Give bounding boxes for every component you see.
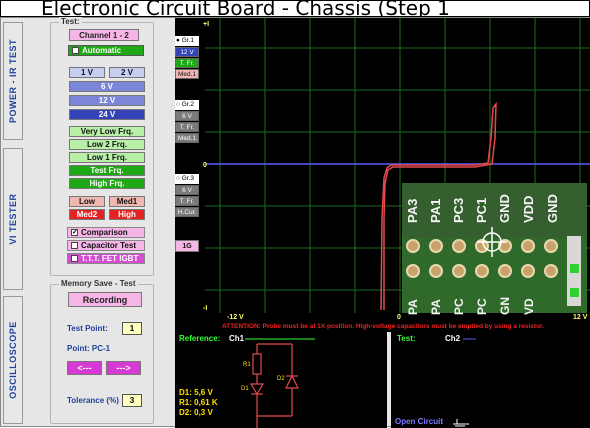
memory-group-label: Memory Save - Test — [59, 279, 138, 288]
gr2-radio[interactable]: ○ Gr.2 — [175, 100, 199, 110]
schematic-d2-label: D2 — [277, 376, 285, 382]
x-axis-left-label: -12 V — [227, 314, 244, 321]
ttt-box[interactable] — [71, 255, 78, 262]
gr3-voltage[interactable]: 6 V — [175, 185, 199, 195]
capacitor-test-checkbox[interactable]: Capacitor Test — [67, 240, 145, 251]
test-panel: Test: Ch2 Open Circuit — [391, 332, 590, 428]
pin-label-top: GND — [497, 194, 512, 223]
tolerance-label: Tolerance (%) — [67, 396, 119, 405]
d1-value: D1: 5,6 V — [179, 388, 213, 397]
x-axis-right-label: 12 V — [573, 314, 588, 321]
gr2-label: Gr.2 — [181, 101, 195, 108]
comparison-checkbox[interactable]: ✓ Comparison — [67, 227, 145, 238]
pin-label-top: GND — [545, 194, 560, 223]
test-point-input[interactable]: 1 — [122, 322, 142, 335]
tab-oscilloscope[interactable]: OSCILLOSCOPE — [3, 296, 23, 424]
channel-button[interactable]: Channel 1 - 2 — [69, 29, 139, 41]
tab-power-label: POWER - IR TEST — [8, 39, 18, 123]
gr1-voltage[interactable]: 12 V — [175, 47, 199, 57]
schematic-r1-label: R1 — [243, 362, 251, 368]
gr3-radio[interactable]: ○ Gr.3 — [175, 174, 199, 184]
d2-value: D2: 0,3 V — [179, 408, 213, 417]
freq-low2-button[interactable]: Low 2 Frq. — [69, 139, 145, 150]
comparison-box[interactable]: ✓ — [71, 229, 78, 236]
capacitor-label: Capacitor Test — [81, 241, 136, 250]
window-title: Electronic Circuit Board - Chassis (Step… — [0, 0, 590, 17]
freq-very-low-button[interactable]: Very Low Frq. — [69, 126, 145, 137]
pin-label-top: PC3 — [451, 198, 466, 223]
pin-label-top: VDD — [521, 196, 536, 223]
automatic-checkbox[interactable]: Automatic — [68, 45, 144, 56]
x-axis-mid-label: 0 — [397, 314, 401, 321]
6v-button[interactable]: 6 V — [69, 81, 145, 92]
gr3-current[interactable]: H.Cur. — [175, 207, 199, 217]
pin-label-top: PA3 — [405, 199, 420, 223]
ttt-label: T.T.T. FET IGBT — [81, 254, 139, 263]
pin-label-bottom: GN — [498, 297, 512, 315]
test-panel-line — [453, 338, 476, 427]
pin-label-top: PA1 — [428, 199, 443, 223]
pin-label-bottom: VD — [522, 298, 536, 315]
automatic-label: Automatic — [82, 46, 122, 55]
pin-label-bottom: PA — [406, 299, 420, 315]
pin-label-bottom: PC — [475, 298, 489, 315]
freq-low1-button[interactable]: Low 1 Frq. — [69, 152, 145, 163]
pin-label-top: PC1 — [474, 198, 489, 223]
app-window: POWER - IR TEST VI TESTER OSCILLOSCOPE T… — [0, 17, 590, 428]
recording-button[interactable]: Recording — [68, 292, 142, 307]
pin-label-bottom: PC — [452, 298, 466, 315]
gr3-frequency[interactable]: T. Fr. — [175, 196, 199, 206]
attention-banner: ATTENTION: Probe must be at 1X position.… — [175, 321, 590, 332]
tab-osc-label: OSCILLOSCOPE — [8, 321, 18, 399]
low-current-button[interactable]: Low — [69, 196, 105, 207]
probe-board-photo: PA3 PA1 PC3 PC1 GND VDD GND PA PA PC PC … — [402, 183, 587, 315]
prev-point-button[interactable]: <--- — [67, 361, 102, 375]
one-g-button[interactable]: 1G — [175, 240, 199, 252]
gr1-radio[interactable]: ● Gr.1 — [175, 36, 199, 46]
1v-button[interactable]: 1 V — [69, 67, 105, 78]
gr2-current[interactable]: Med.1 — [175, 133, 199, 143]
med1-current-button[interactable]: Med1 — [109, 196, 145, 207]
2v-button[interactable]: 2 V — [109, 67, 145, 78]
gr2-frequency[interactable]: T. Fr. — [175, 122, 199, 132]
comparison-label: Comparison — [81, 228, 128, 237]
capacitor-box[interactable] — [71, 242, 78, 249]
current-top-mark: +I — [203, 21, 209, 28]
ttt-fet-igbt-checkbox[interactable]: T.T.T. FET IGBT — [67, 253, 145, 264]
tolerance-input[interactable]: 3 — [122, 394, 142, 407]
reference-panel: Reference: Ch1 R1 D1 D2 D1: 5,6 V R1: 0,… — [175, 332, 387, 428]
open-circuit-status: Open Circuit — [395, 417, 444, 426]
freq-test-button[interactable]: Test Frq. — [69, 165, 145, 176]
point-label: Point: PC-1 — [67, 344, 111, 353]
tab-vi-tester[interactable]: VI TESTER — [3, 148, 23, 290]
next-point-button[interactable]: ---> — [106, 361, 141, 375]
med2-current-button[interactable]: Med2 — [69, 209, 105, 220]
vi-curve-svg: PA3 PA1 PC3 PC1 GND VDD GND PA PA PC PC … — [203, 18, 590, 321]
ground-icon — [453, 419, 469, 427]
freq-high-button[interactable]: High Frq. — [69, 178, 145, 189]
24v-button[interactable]: 24 V — [69, 109, 145, 120]
pin-label-bottom: PA — [429, 299, 443, 315]
12v-button[interactable]: 12 V — [69, 95, 145, 106]
tab-vi-label: VI TESTER — [8, 193, 18, 245]
schematic-d1-label: D1 — [241, 386, 249, 392]
vi-curve-display: PA3 PA1 PC3 PC1 GND VDD GND PA PA PC PC … — [175, 18, 590, 321]
current-bottom-mark: -I — [203, 305, 207, 312]
tab-power-ir-test[interactable]: POWER - IR TEST — [3, 22, 23, 140]
gr2-voltage[interactable]: 6 V — [175, 111, 199, 121]
r1-value: R1: 0,61 K — [179, 398, 218, 407]
gr1-current[interactable]: Med.1 — [175, 69, 199, 79]
test-group-label: Test: — [59, 17, 82, 26]
test-point-label: Test Point: — [67, 324, 108, 333]
zero-mark: 0 — [203, 162, 207, 169]
gr1-label: Gr.1 — [181, 37, 195, 44]
gr3-label: Gr.3 — [181, 175, 195, 182]
automatic-box[interactable] — [72, 47, 79, 54]
high-current-button[interactable]: High — [109, 209, 145, 220]
gr1-frequency[interactable]: T. Fr. — [175, 58, 199, 68]
